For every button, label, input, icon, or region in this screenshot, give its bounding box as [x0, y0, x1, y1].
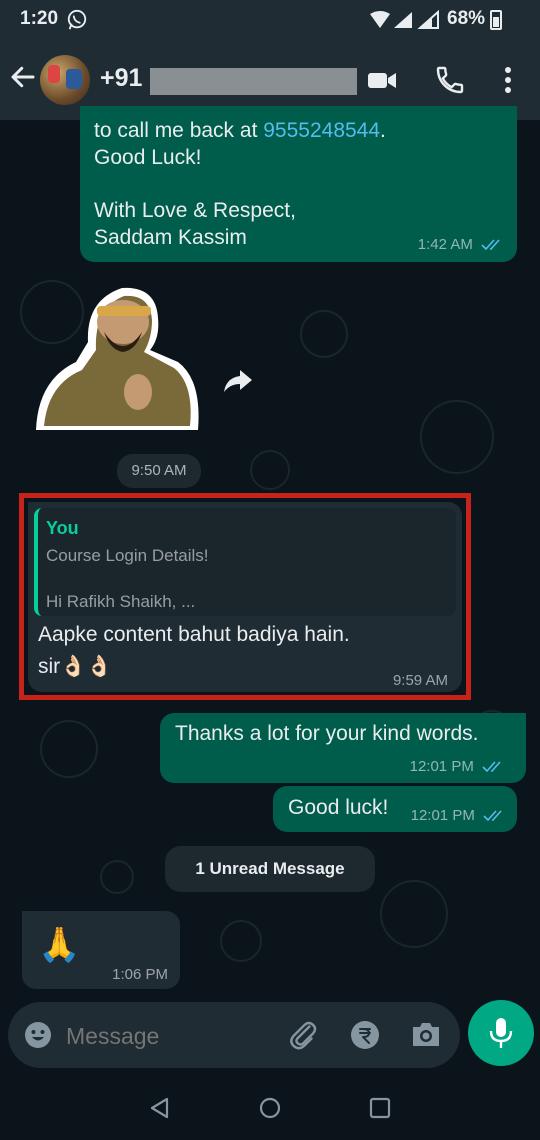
message-input[interactable]	[64, 1016, 268, 1056]
forward-icon[interactable]	[222, 366, 254, 394]
message-text: sir👌🏻👌🏻	[38, 655, 113, 678]
quoted-text: Hi Rafikh Shaikh, ...	[46, 592, 196, 611]
nav-home-icon[interactable]	[258, 1096, 282, 1120]
back-arrow-icon[interactable]	[8, 62, 38, 92]
message-emoji: 🙏	[38, 926, 81, 964]
emoji-icon[interactable]	[24, 1021, 52, 1049]
message-composer	[8, 1002, 460, 1068]
message-bubble-outgoing[interactable]: Thanks a lot for your kind words. 12:01 …	[160, 713, 526, 783]
message-bubble-incoming[interactable]: 🙏 1:06 PM	[22, 911, 180, 989]
phone-link[interactable]: 9555248544	[263, 119, 380, 142]
message-bubble-outgoing[interactable]: Good luck! 12:01 PM	[273, 786, 517, 832]
mic-icon	[489, 1018, 513, 1048]
phone-icon[interactable]	[434, 64, 466, 96]
signal-icons	[370, 10, 439, 29]
message-time: 1:06 PM	[112, 966, 168, 983]
more-icon[interactable]	[500, 66, 516, 94]
unread-messages-label: 1 Unread Message	[165, 846, 375, 892]
rupee-icon[interactable]	[350, 1020, 380, 1050]
message-text: Thanks a lot for your kind words.	[175, 722, 479, 745]
quoted-text: Course Login Details!	[46, 546, 209, 565]
double-check-icon	[482, 761, 501, 773]
attach-icon[interactable]	[286, 1018, 320, 1052]
message-text: Saddam Kassim	[94, 226, 247, 249]
message-bubble-incoming[interactable]: You Course Login Details! Hi Rafikh Shai…	[28, 502, 462, 692]
message-meta: 12:01 PM	[410, 758, 504, 775]
status-bar: 1:20 68%	[0, 0, 540, 40]
message-text: to call me back at 9555248544.	[94, 119, 386, 142]
message-meta: 1:42 AM	[418, 236, 503, 253]
message-meta: 12:01 PM	[411, 807, 505, 824]
sticker-time: 9:50 AM	[117, 454, 201, 488]
double-check-icon	[483, 810, 502, 822]
contact-name[interactable]: +91	[100, 64, 142, 93]
nav-recents-icon[interactable]	[368, 1096, 392, 1120]
message-text: Aapke content bahut badiya hain.	[38, 623, 350, 646]
avatar[interactable]	[40, 55, 90, 105]
message-bubble-outgoing[interactable]: to call me back at 9555248544. Good Luck…	[80, 106, 517, 262]
redacted-number	[150, 68, 357, 95]
system-nav-bar	[0, 1076, 540, 1140]
message-time: 9:59 AM	[392, 672, 448, 689]
message-text: With Love & Respect,	[94, 199, 296, 222]
mic-button[interactable]	[468, 1000, 534, 1066]
status-time: 1:20	[20, 8, 59, 29]
message-time: 12:01 PM	[409, 758, 474, 775]
camera-icon[interactable]	[410, 1020, 442, 1048]
double-check-icon	[481, 239, 500, 251]
quoted-message[interactable]: You Course Login Details! Hi Rafikh Shai…	[34, 508, 456, 616]
message-time: 12:01 PM	[410, 807, 475, 824]
message-text: Good luck!	[288, 796, 389, 819]
message-text: Good Luck!	[94, 146, 202, 169]
quoted-author: You	[46, 518, 79, 538]
whatsapp-icon	[67, 9, 87, 30]
sticker-image[interactable]	[26, 280, 204, 450]
video-call-icon[interactable]	[366, 64, 398, 96]
battery-percent: 68%	[447, 8, 486, 29]
battery-icon	[490, 10, 502, 30]
nav-back-icon[interactable]	[148, 1096, 172, 1120]
message-time: 1:42 AM	[417, 236, 473, 253]
